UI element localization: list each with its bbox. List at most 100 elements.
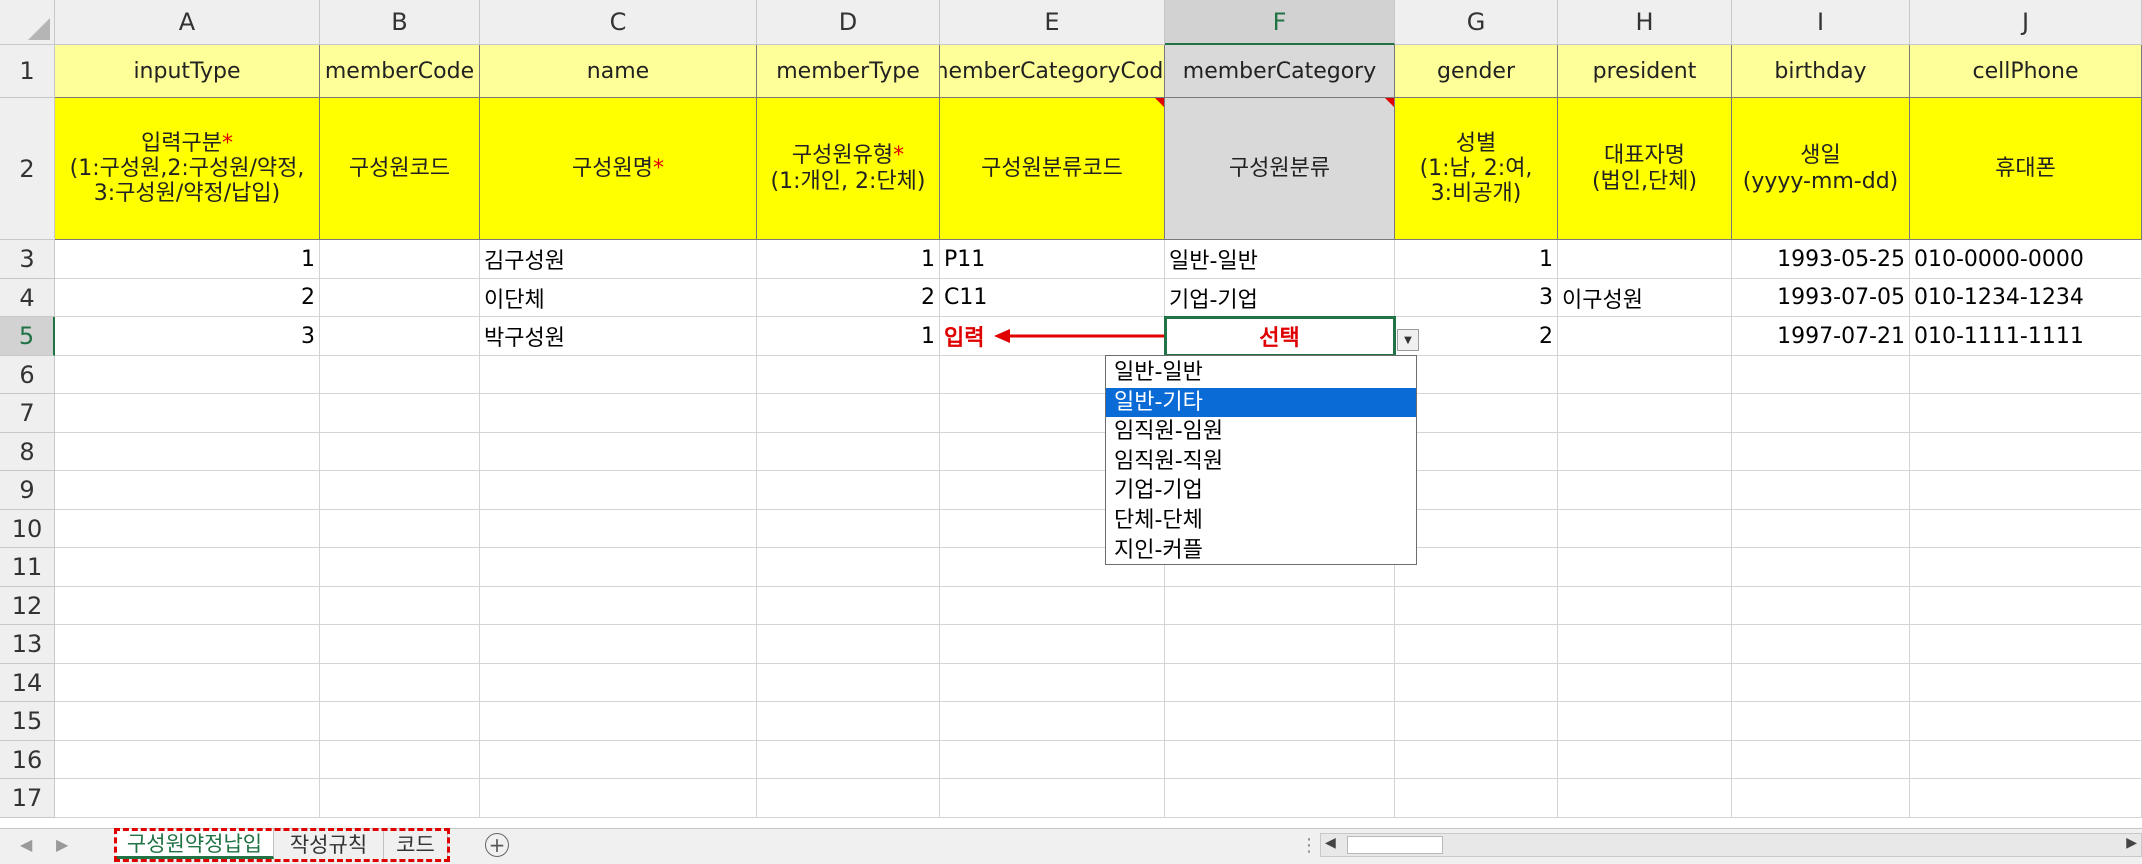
- cell-h9[interactable]: [1558, 471, 1732, 510]
- cell-a3[interactable]: 1: [55, 240, 320, 279]
- header-cell-d1[interactable]: memberType: [757, 45, 940, 98]
- row-header-15[interactable]: 15: [0, 702, 55, 741]
- row-header-6[interactable]: 6: [0, 356, 55, 394]
- cell-i5[interactable]: 1997-07-21: [1732, 317, 1910, 356]
- row-header-10[interactable]: 10: [0, 510, 55, 548]
- cell-h4[interactable]: 이구성원: [1558, 279, 1732, 317]
- dropdown-option[interactable]: 임직원-임원: [1106, 417, 1416, 447]
- cell-h8[interactable]: [1558, 433, 1732, 471]
- cell-f16[interactable]: [1165, 741, 1395, 779]
- cell-i9[interactable]: [1732, 471, 1910, 510]
- row-header-13[interactable]: 13: [0, 625, 55, 664]
- cell-i10[interactable]: [1732, 510, 1910, 548]
- cell-g6[interactable]: [1395, 356, 1558, 394]
- row-header-12[interactable]: 12: [0, 587, 55, 625]
- dropdown-option[interactable]: 일반-기타: [1106, 387, 1416, 418]
- cell-h11[interactable]: [1558, 548, 1732, 587]
- cell-e3[interactable]: P11: [940, 240, 1165, 279]
- column-header-e[interactable]: E: [940, 0, 1165, 45]
- column-header-b[interactable]: B: [320, 0, 480, 45]
- cell-c8[interactable]: [480, 433, 757, 471]
- cell-h14[interactable]: [1558, 664, 1732, 702]
- cell-h3[interactable]: [1558, 240, 1732, 279]
- cell-j8[interactable]: [1910, 433, 2142, 471]
- header-cell-j2[interactable]: 휴대폰: [1910, 98, 2142, 240]
- cell-g7[interactable]: [1395, 394, 1558, 433]
- cell-i3[interactable]: 1993-05-25: [1732, 240, 1910, 279]
- cell-a12[interactable]: [55, 587, 320, 625]
- header-cell-c1[interactable]: name: [480, 45, 757, 98]
- cell-g4[interactable]: 3: [1395, 279, 1558, 317]
- header-cell-b1[interactable]: memberCode: [320, 45, 480, 98]
- cell-d12[interactable]: [757, 587, 940, 625]
- row-header-16[interactable]: 16: [0, 741, 55, 779]
- scroll-thumb[interactable]: [1347, 836, 1443, 854]
- header-cell-j1[interactable]: cellPhone: [1910, 45, 2142, 98]
- cell-h15[interactable]: [1558, 702, 1732, 741]
- cell-i13[interactable]: [1732, 625, 1910, 664]
- cell-h13[interactable]: [1558, 625, 1732, 664]
- cell-a16[interactable]: [55, 741, 320, 779]
- cell-j15[interactable]: [1910, 702, 2142, 741]
- cell-h6[interactable]: [1558, 356, 1732, 394]
- header-cell-i1[interactable]: birthday: [1732, 45, 1910, 98]
- column-header-h[interactable]: H: [1558, 0, 1732, 45]
- cell-a11[interactable]: [55, 548, 320, 587]
- cell-f14[interactable]: [1165, 664, 1395, 702]
- cell-b14[interactable]: [320, 664, 480, 702]
- cell-c13[interactable]: [480, 625, 757, 664]
- row-header-5[interactable]: 5: [0, 317, 55, 356]
- column-header-c[interactable]: C: [480, 0, 757, 45]
- cell-j5[interactable]: 010-1111-1111: [1910, 317, 2142, 356]
- cell-e4[interactable]: C11: [940, 279, 1165, 317]
- cell-f13[interactable]: [1165, 625, 1395, 664]
- row-header-9[interactable]: 9: [0, 471, 55, 510]
- cell-h7[interactable]: [1558, 394, 1732, 433]
- cell-d17[interactable]: [757, 779, 940, 818]
- cell-j7[interactable]: [1910, 394, 2142, 433]
- cell-f5[interactable]: 선택: [1165, 317, 1395, 356]
- cell-a8[interactable]: [55, 433, 320, 471]
- cell-b3[interactable]: [320, 240, 480, 279]
- cell-d9[interactable]: [757, 471, 940, 510]
- cell-c12[interactable]: [480, 587, 757, 625]
- cell-h16[interactable]: [1558, 741, 1732, 779]
- cell-j17[interactable]: [1910, 779, 2142, 818]
- cell-d3[interactable]: 1: [757, 240, 940, 279]
- cell-c17[interactable]: [480, 779, 757, 818]
- horizontal-scrollbar[interactable]: ◀ ▶: [1320, 833, 2142, 857]
- category-dropdown-list[interactable]: 일반-일반 일반-기타 임직원-임원 임직원-직원 기업-기업 단체-단체 지인-커플: [1105, 355, 1417, 565]
- cell-b15[interactable]: [320, 702, 480, 741]
- dropdown-option[interactable]: 기업-기업: [1106, 476, 1416, 506]
- cell-a17[interactable]: [55, 779, 320, 818]
- cell-c6[interactable]: [480, 356, 757, 394]
- dropdown-option[interactable]: 단체-단체: [1106, 506, 1416, 536]
- row-header-1[interactable]: 1: [0, 45, 55, 98]
- cell-e16[interactable]: [940, 741, 1165, 779]
- cell-h12[interactable]: [1558, 587, 1732, 625]
- header-cell-a1[interactable]: inputType: [55, 45, 320, 98]
- row-header-8[interactable]: 8: [0, 433, 55, 471]
- cell-j10[interactable]: [1910, 510, 2142, 548]
- cell-h10[interactable]: [1558, 510, 1732, 548]
- header-cell-h1[interactable]: president: [1558, 45, 1732, 98]
- cell-d11[interactable]: [757, 548, 940, 587]
- cell-j16[interactable]: [1910, 741, 2142, 779]
- cell-i17[interactable]: [1732, 779, 1910, 818]
- column-header-j[interactable]: J: [1910, 0, 2142, 45]
- row-header-3[interactable]: 3: [0, 240, 55, 279]
- cell-a13[interactable]: [55, 625, 320, 664]
- cell-b7[interactable]: [320, 394, 480, 433]
- cell-i12[interactable]: [1732, 587, 1910, 625]
- column-header-a[interactable]: A: [55, 0, 320, 45]
- cell-d6[interactable]: [757, 356, 940, 394]
- scroll-right-icon[interactable]: ▶: [2126, 835, 2137, 851]
- column-header-d[interactable]: D: [757, 0, 940, 45]
- cell-f4[interactable]: 기업-기업: [1165, 279, 1395, 317]
- header-cell-h2[interactable]: 대표자명 (법인,단체): [1558, 98, 1732, 240]
- cell-g5[interactable]: 2: [1395, 317, 1558, 356]
- cell-d13[interactable]: [757, 625, 940, 664]
- cell-j11[interactable]: [1910, 548, 2142, 587]
- cell-g10[interactable]: [1395, 510, 1558, 548]
- cell-j13[interactable]: [1910, 625, 2142, 664]
